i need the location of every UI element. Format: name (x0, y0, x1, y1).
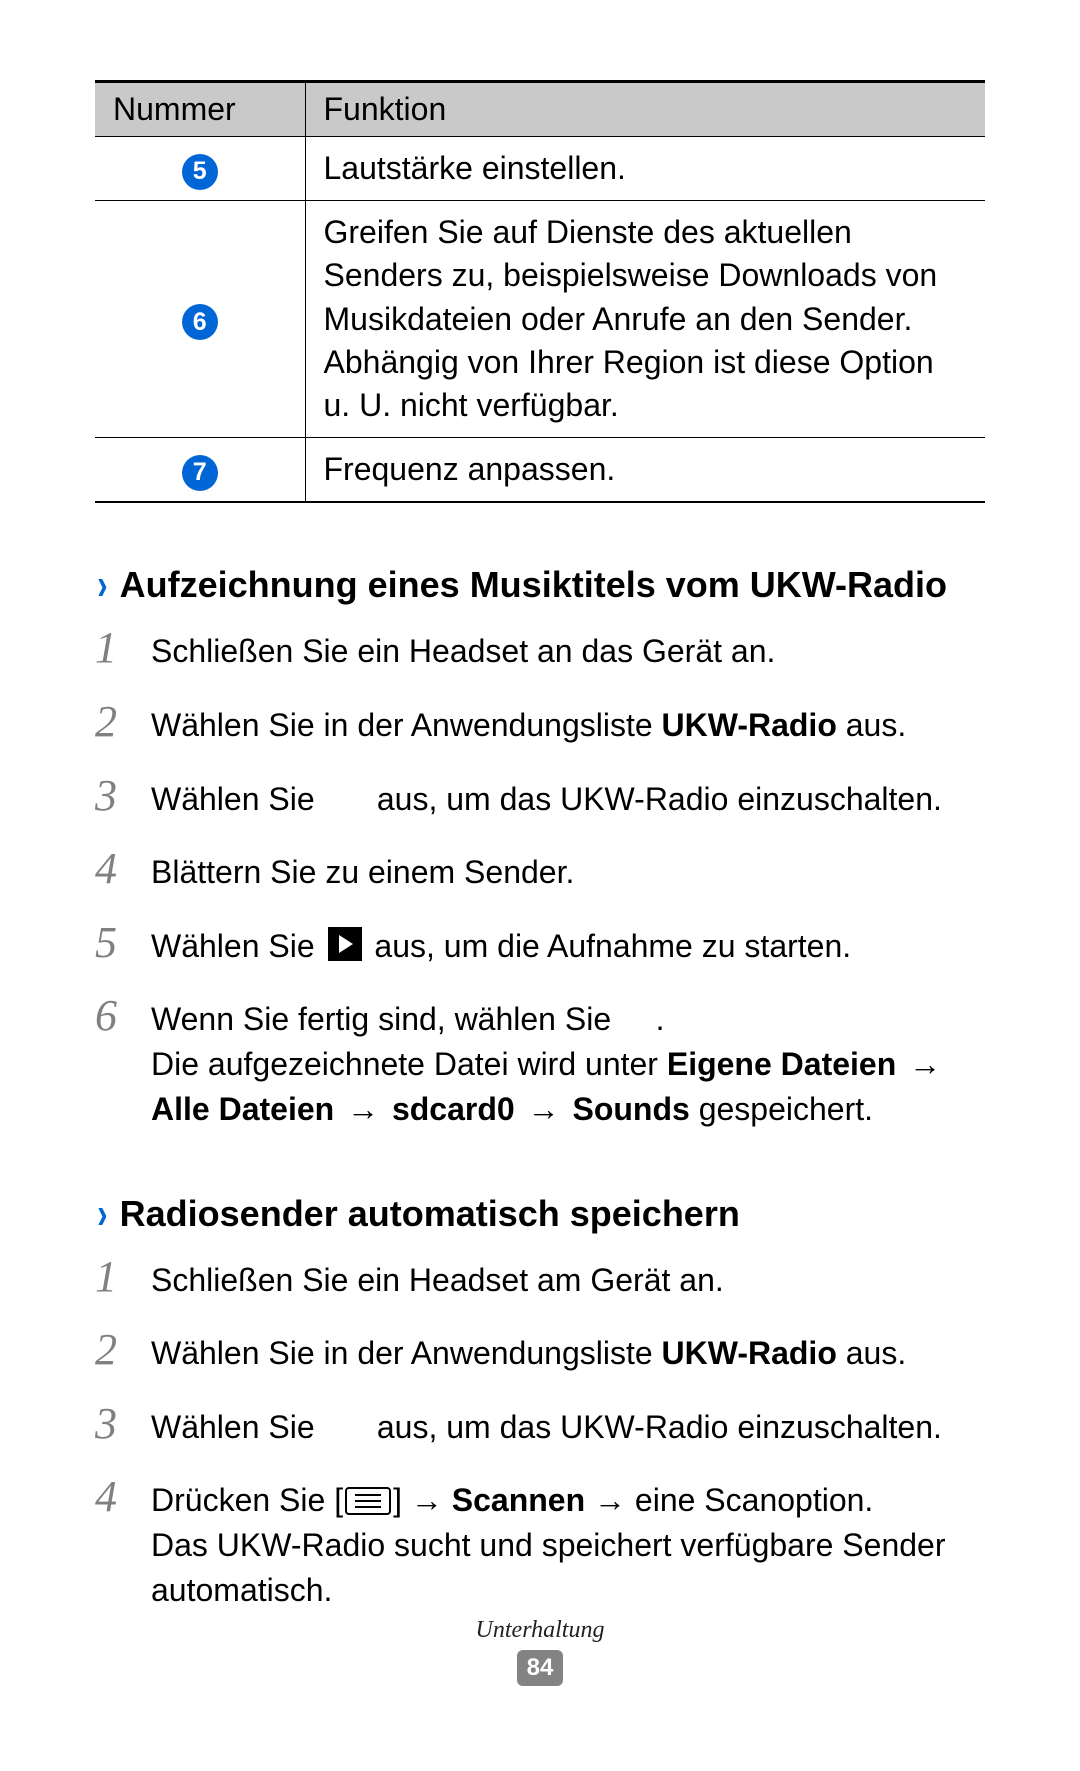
text: aus, um das UKW-Radio einzuschalten. (368, 1409, 942, 1445)
step-text: Wählen Sie in der Anwendungsliste UKW-Ra… (151, 1331, 985, 1376)
step-text: Schließen Sie ein Headset an das Gerät a… (151, 629, 985, 674)
step-text: Drücken Sie [ ] → Scannen → eine Scanopti… (151, 1478, 985, 1612)
step-text: Wählen Sie aus, um das UKW-Radio einzusc… (151, 1405, 985, 1450)
text: Wählen Sie (151, 1409, 324, 1445)
section-autosave: › Radiosender automatisch speichern 1 Sc… (95, 1192, 985, 1613)
section-title: › Radiosender automatisch speichern (95, 1192, 985, 1236)
header-number: Nummer (95, 82, 305, 137)
row-function-cell: Greifen Sie auf Dienste des aktuellen Se… (305, 201, 985, 438)
step-number: 2 (95, 1319, 131, 1381)
list-item: 4 Drücken Sie [ ] → Scannen → eine Scanop… (95, 1466, 985, 1612)
section-heading: Aufzeichnung eines Musiktitels vom UKW-R… (120, 564, 947, 606)
text: Wenn Sie fertig sind, wählen Sie (151, 1001, 620, 1037)
step-number: 1 (95, 1246, 131, 1308)
bold: UKW-Radio (662, 707, 837, 743)
list-item: 1 Schließen Sie ein Headset am Gerät an. (95, 1246, 985, 1308)
step-text: Blättern Sie zu einem Sender. (151, 850, 985, 895)
page-number-badge: 84 (517, 1650, 563, 1686)
chevron-right-icon: › (97, 563, 107, 607)
bold: UKW-Radio (662, 1335, 837, 1371)
bold: Eigene Dateien (667, 1046, 896, 1082)
menu-icon (345, 1487, 391, 1515)
chevron-right-icon: › (97, 1192, 107, 1236)
section-title: › Aufzeichnung eines Musiktitels vom UKW… (95, 563, 985, 607)
row-number-cell: 7 (95, 438, 305, 503)
list-item: 6 Wenn Sie fertig sind, wählen Sie . Die… (95, 985, 985, 1131)
table-row: 5 Lautstärke einstellen. (95, 137, 985, 201)
text: aus. (837, 1335, 906, 1371)
bold: Scannen (452, 1482, 585, 1518)
function-table: Nummer Funktion 5 Lautstärke einstellen.… (95, 80, 985, 503)
row-number-cell: 5 (95, 137, 305, 201)
text: aus, um das UKW-Radio einzuschalten. (368, 781, 942, 817)
arrow-icon: → (519, 1091, 569, 1127)
text: → eine Scanoption. (585, 1482, 873, 1518)
play-icon (328, 927, 362, 961)
list-item: 5 Wählen Sie aus, um die Aufnahme zu sta… (95, 912, 985, 974)
text: Drücken Sie [ (151, 1482, 343, 1518)
step-number: 4 (95, 1466, 131, 1528)
step-text: Wählen Sie aus, um die Aufnahme zu start… (151, 924, 985, 969)
arrow-icon: → (338, 1091, 388, 1127)
page-content: Nummer Funktion 5 Lautstärke einstellen.… (0, 0, 1080, 1613)
list-item: 3 Wählen Sie aus, um das UKW-Radio einzu… (95, 765, 985, 827)
step-text: Schließen Sie ein Headset am Gerät an. (151, 1258, 985, 1303)
row-function-cell: Lautstärke einstellen. (305, 137, 985, 201)
list-item: 3 Wählen Sie aus, um das UKW-Radio einzu… (95, 1393, 985, 1455)
steps-list: 1 Schließen Sie ein Headset am Gerät an.… (95, 1246, 985, 1613)
text: Die aufgezeichnete Datei wird unter (151, 1046, 667, 1082)
text: Wählen Sie in der Anwendungsliste (151, 707, 662, 743)
step-number: 2 (95, 691, 131, 753)
text: . (656, 1001, 665, 1037)
table-row: 7 Frequenz anpassen. (95, 438, 985, 503)
step-text: Wenn Sie fertig sind, wählen Sie . Die a… (151, 997, 985, 1131)
list-item: 1 Schließen Sie ein Headset an das Gerät… (95, 617, 985, 679)
section-recording: › Aufzeichnung eines Musiktitels vom UKW… (95, 563, 985, 1131)
list-item: 4 Blättern Sie zu einem Sender. (95, 838, 985, 900)
section-heading: Radiosender automatisch speichern (120, 1193, 740, 1235)
step-text: Wählen Sie in der Anwendungsliste UKW-Ra… (151, 703, 985, 748)
step-number: 5 (95, 912, 131, 974)
step-number: 3 (95, 765, 131, 827)
steps-list: 1 Schließen Sie ein Headset an das Gerät… (95, 617, 985, 1131)
step-number: 3 (95, 1393, 131, 1455)
text: aus, um die Aufnahme zu starten. (366, 928, 852, 964)
row-number-cell: 6 (95, 201, 305, 438)
bold: Sounds (572, 1091, 689, 1127)
step-number: 1 (95, 617, 131, 679)
header-function: Funktion (305, 82, 985, 137)
text: Wählen Sie (151, 781, 324, 817)
row-function-cell: Frequenz anpassen. (305, 438, 985, 503)
number-badge-icon: 7 (182, 455, 218, 491)
text: gespeichert. (690, 1091, 873, 1127)
arrow-icon: → (900, 1046, 941, 1082)
text: Wählen Sie in der Anwendungsliste (151, 1335, 662, 1371)
number-badge-icon: 5 (182, 154, 218, 190)
step-text: Wählen Sie aus, um das UKW-Radio einzusc… (151, 777, 985, 822)
table-header-row: Nummer Funktion (95, 82, 985, 137)
page-footer: Unterhaltung 84 (0, 1617, 1080, 1686)
step-number: 6 (95, 985, 131, 1047)
bold: Alle Dateien (151, 1091, 334, 1127)
table-row: 6 Greifen Sie auf Dienste des aktuellen … (95, 201, 985, 438)
text: Wählen Sie (151, 928, 324, 964)
bold: sdcard0 (392, 1091, 515, 1127)
number-badge-icon: 6 (182, 304, 218, 340)
list-item: 2 Wählen Sie in der Anwendungsliste UKW-… (95, 1319, 985, 1381)
step-number: 4 (95, 838, 131, 900)
footer-category: Unterhaltung (0, 1617, 1080, 1644)
text: aus. (837, 707, 906, 743)
list-item: 2 Wählen Sie in der Anwendungsliste UKW-… (95, 691, 985, 753)
text: ] → (393, 1482, 452, 1518)
text: Das UKW-Radio sucht und speichert verfüg… (151, 1527, 945, 1608)
